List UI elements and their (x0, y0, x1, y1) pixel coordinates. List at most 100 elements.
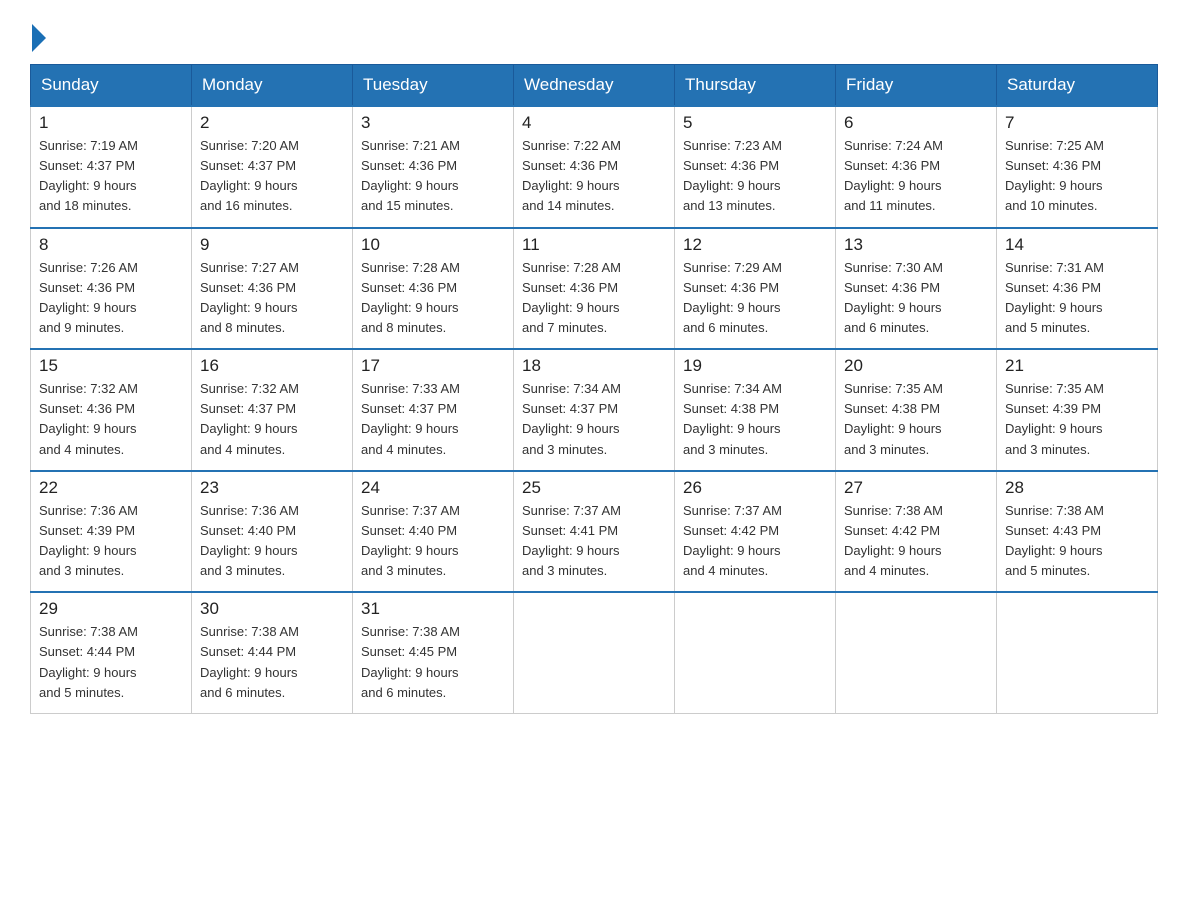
calendar-cell: 13 Sunrise: 7:30 AM Sunset: 4:36 PM Dayl… (836, 228, 997, 350)
day-number: 17 (361, 356, 505, 376)
day-number: 9 (200, 235, 344, 255)
day-number: 2 (200, 113, 344, 133)
day-number: 31 (361, 599, 505, 619)
calendar-cell: 21 Sunrise: 7:35 AM Sunset: 4:39 PM Dayl… (997, 349, 1158, 471)
calendar-cell: 30 Sunrise: 7:38 AM Sunset: 4:44 PM Dayl… (192, 592, 353, 713)
header-sunday: Sunday (31, 65, 192, 107)
day-number: 6 (844, 113, 988, 133)
calendar-cell: 4 Sunrise: 7:22 AM Sunset: 4:36 PM Dayli… (514, 106, 675, 228)
calendar-cell: 29 Sunrise: 7:38 AM Sunset: 4:44 PM Dayl… (31, 592, 192, 713)
day-info: Sunrise: 7:37 AM Sunset: 4:40 PM Dayligh… (361, 501, 505, 582)
day-number: 1 (39, 113, 183, 133)
day-number: 3 (361, 113, 505, 133)
day-info: Sunrise: 7:22 AM Sunset: 4:36 PM Dayligh… (522, 136, 666, 217)
week-row-5: 29 Sunrise: 7:38 AM Sunset: 4:44 PM Dayl… (31, 592, 1158, 713)
calendar-cell: 3 Sunrise: 7:21 AM Sunset: 4:36 PM Dayli… (353, 106, 514, 228)
day-info: Sunrise: 7:36 AM Sunset: 4:39 PM Dayligh… (39, 501, 183, 582)
day-number: 16 (200, 356, 344, 376)
day-info: Sunrise: 7:21 AM Sunset: 4:36 PM Dayligh… (361, 136, 505, 217)
day-number: 21 (1005, 356, 1149, 376)
week-row-4: 22 Sunrise: 7:36 AM Sunset: 4:39 PM Dayl… (31, 471, 1158, 593)
day-info: Sunrise: 7:30 AM Sunset: 4:36 PM Dayligh… (844, 258, 988, 339)
logo (30, 20, 46, 44)
day-info: Sunrise: 7:34 AM Sunset: 4:38 PM Dayligh… (683, 379, 827, 460)
day-number: 24 (361, 478, 505, 498)
day-info: Sunrise: 7:27 AM Sunset: 4:36 PM Dayligh… (200, 258, 344, 339)
day-info: Sunrise: 7:36 AM Sunset: 4:40 PM Dayligh… (200, 501, 344, 582)
day-number: 30 (200, 599, 344, 619)
day-number: 22 (39, 478, 183, 498)
day-info: Sunrise: 7:20 AM Sunset: 4:37 PM Dayligh… (200, 136, 344, 217)
calendar-cell: 31 Sunrise: 7:38 AM Sunset: 4:45 PM Dayl… (353, 592, 514, 713)
calendar-cell: 23 Sunrise: 7:36 AM Sunset: 4:40 PM Dayl… (192, 471, 353, 593)
day-info: Sunrise: 7:25 AM Sunset: 4:36 PM Dayligh… (1005, 136, 1149, 217)
calendar-cell: 22 Sunrise: 7:36 AM Sunset: 4:39 PM Dayl… (31, 471, 192, 593)
day-info: Sunrise: 7:32 AM Sunset: 4:37 PM Dayligh… (200, 379, 344, 460)
day-number: 14 (1005, 235, 1149, 255)
calendar-cell: 12 Sunrise: 7:29 AM Sunset: 4:36 PM Dayl… (675, 228, 836, 350)
day-info: Sunrise: 7:38 AM Sunset: 4:44 PM Dayligh… (39, 622, 183, 703)
calendar-cell: 19 Sunrise: 7:34 AM Sunset: 4:38 PM Dayl… (675, 349, 836, 471)
calendar-cell: 24 Sunrise: 7:37 AM Sunset: 4:40 PM Dayl… (353, 471, 514, 593)
calendar-table: SundayMondayTuesdayWednesdayThursdayFrid… (30, 64, 1158, 714)
week-row-1: 1 Sunrise: 7:19 AM Sunset: 4:37 PM Dayli… (31, 106, 1158, 228)
calendar-cell: 17 Sunrise: 7:33 AM Sunset: 4:37 PM Dayl… (353, 349, 514, 471)
day-info: Sunrise: 7:19 AM Sunset: 4:37 PM Dayligh… (39, 136, 183, 217)
day-number: 15 (39, 356, 183, 376)
calendar-cell: 25 Sunrise: 7:37 AM Sunset: 4:41 PM Dayl… (514, 471, 675, 593)
day-info: Sunrise: 7:28 AM Sunset: 4:36 PM Dayligh… (522, 258, 666, 339)
day-info: Sunrise: 7:26 AM Sunset: 4:36 PM Dayligh… (39, 258, 183, 339)
calendar-cell (514, 592, 675, 713)
day-number: 10 (361, 235, 505, 255)
day-info: Sunrise: 7:33 AM Sunset: 4:37 PM Dayligh… (361, 379, 505, 460)
day-info: Sunrise: 7:24 AM Sunset: 4:36 PM Dayligh… (844, 136, 988, 217)
day-number: 4 (522, 113, 666, 133)
calendar-cell: 9 Sunrise: 7:27 AM Sunset: 4:36 PM Dayli… (192, 228, 353, 350)
day-info: Sunrise: 7:38 AM Sunset: 4:45 PM Dayligh… (361, 622, 505, 703)
calendar-header-row: SundayMondayTuesdayWednesdayThursdayFrid… (31, 65, 1158, 107)
week-row-2: 8 Sunrise: 7:26 AM Sunset: 4:36 PM Dayli… (31, 228, 1158, 350)
day-info: Sunrise: 7:38 AM Sunset: 4:42 PM Dayligh… (844, 501, 988, 582)
header-monday: Monday (192, 65, 353, 107)
calendar-cell: 15 Sunrise: 7:32 AM Sunset: 4:36 PM Dayl… (31, 349, 192, 471)
calendar-cell: 6 Sunrise: 7:24 AM Sunset: 4:36 PM Dayli… (836, 106, 997, 228)
day-info: Sunrise: 7:38 AM Sunset: 4:44 PM Dayligh… (200, 622, 344, 703)
calendar-cell: 1 Sunrise: 7:19 AM Sunset: 4:37 PM Dayli… (31, 106, 192, 228)
calendar-cell: 7 Sunrise: 7:25 AM Sunset: 4:36 PM Dayli… (997, 106, 1158, 228)
week-row-3: 15 Sunrise: 7:32 AM Sunset: 4:36 PM Dayl… (31, 349, 1158, 471)
day-number: 26 (683, 478, 827, 498)
day-number: 29 (39, 599, 183, 619)
page-header (30, 20, 1158, 44)
header-saturday: Saturday (997, 65, 1158, 107)
day-number: 7 (1005, 113, 1149, 133)
day-number: 13 (844, 235, 988, 255)
calendar-cell: 20 Sunrise: 7:35 AM Sunset: 4:38 PM Dayl… (836, 349, 997, 471)
calendar-cell (836, 592, 997, 713)
day-number: 19 (683, 356, 827, 376)
day-number: 5 (683, 113, 827, 133)
day-info: Sunrise: 7:32 AM Sunset: 4:36 PM Dayligh… (39, 379, 183, 460)
calendar-cell: 11 Sunrise: 7:28 AM Sunset: 4:36 PM Dayl… (514, 228, 675, 350)
day-number: 12 (683, 235, 827, 255)
calendar-cell: 27 Sunrise: 7:38 AM Sunset: 4:42 PM Dayl… (836, 471, 997, 593)
day-info: Sunrise: 7:35 AM Sunset: 4:38 PM Dayligh… (844, 379, 988, 460)
day-info: Sunrise: 7:38 AM Sunset: 4:43 PM Dayligh… (1005, 501, 1149, 582)
day-info: Sunrise: 7:34 AM Sunset: 4:37 PM Dayligh… (522, 379, 666, 460)
header-friday: Friday (836, 65, 997, 107)
day-info: Sunrise: 7:37 AM Sunset: 4:42 PM Dayligh… (683, 501, 827, 582)
calendar-cell: 26 Sunrise: 7:37 AM Sunset: 4:42 PM Dayl… (675, 471, 836, 593)
calendar-cell: 16 Sunrise: 7:32 AM Sunset: 4:37 PM Dayl… (192, 349, 353, 471)
calendar-cell: 18 Sunrise: 7:34 AM Sunset: 4:37 PM Dayl… (514, 349, 675, 471)
calendar-cell: 10 Sunrise: 7:28 AM Sunset: 4:36 PM Dayl… (353, 228, 514, 350)
day-info: Sunrise: 7:31 AM Sunset: 4:36 PM Dayligh… (1005, 258, 1149, 339)
calendar-cell (997, 592, 1158, 713)
day-number: 28 (1005, 478, 1149, 498)
day-info: Sunrise: 7:28 AM Sunset: 4:36 PM Dayligh… (361, 258, 505, 339)
day-info: Sunrise: 7:35 AM Sunset: 4:39 PM Dayligh… (1005, 379, 1149, 460)
header-thursday: Thursday (675, 65, 836, 107)
day-number: 11 (522, 235, 666, 255)
logo-triangle-icon (32, 24, 46, 52)
day-number: 8 (39, 235, 183, 255)
day-number: 23 (200, 478, 344, 498)
day-info: Sunrise: 7:29 AM Sunset: 4:36 PM Dayligh… (683, 258, 827, 339)
